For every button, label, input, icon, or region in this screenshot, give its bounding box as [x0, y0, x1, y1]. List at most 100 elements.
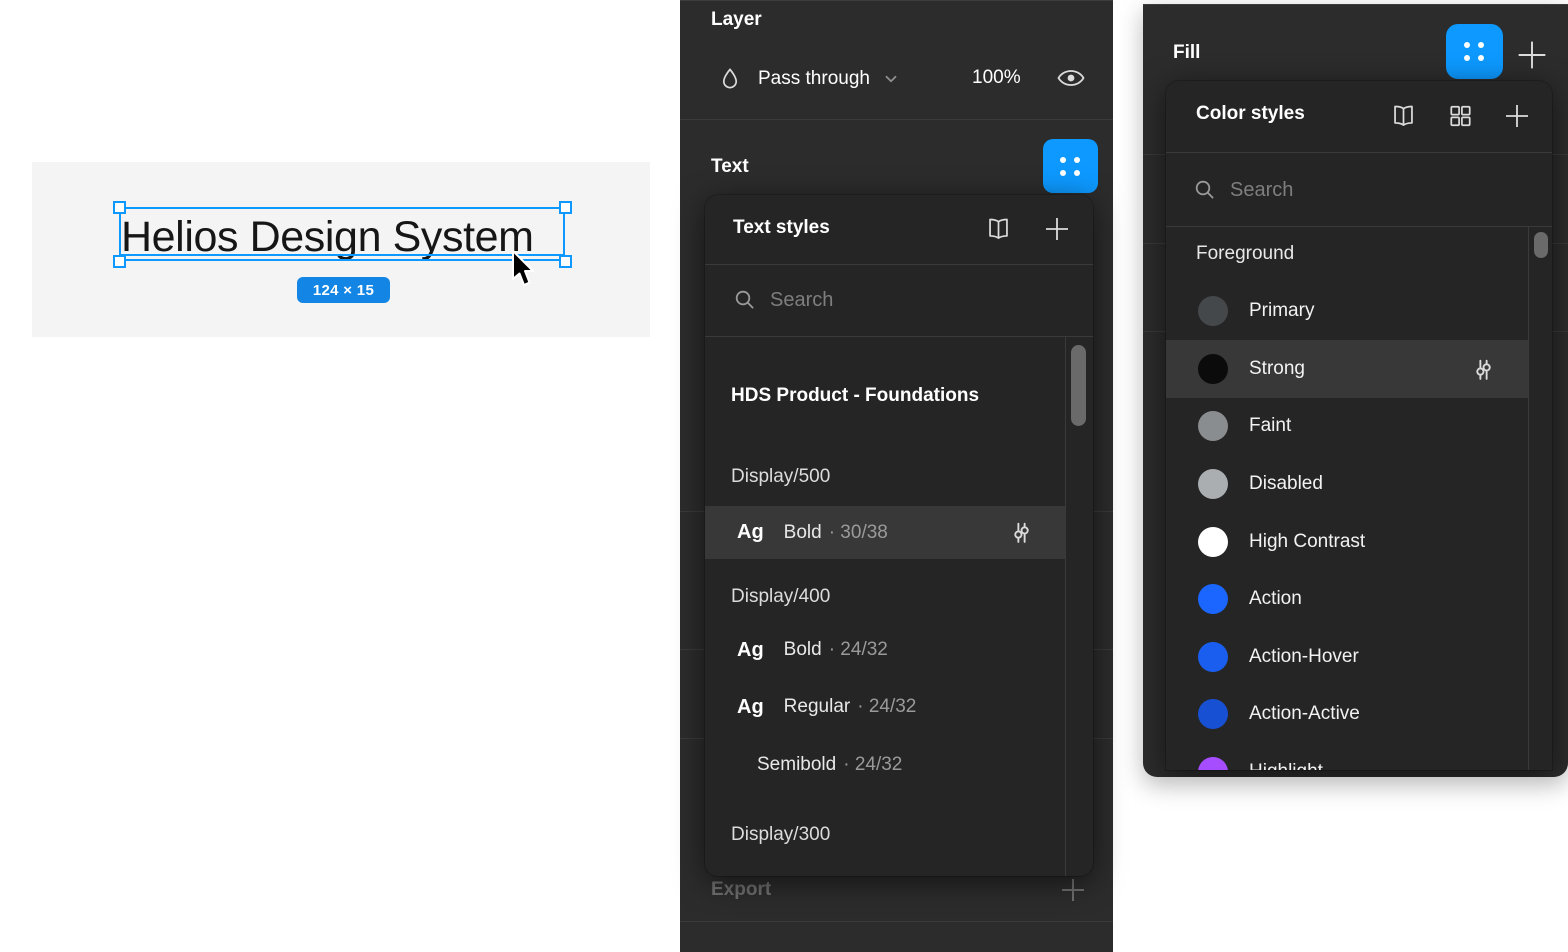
color-style-name: Action-Active	[1249, 703, 1360, 725]
selection-box	[119, 207, 565, 261]
popover-divider	[1166, 226, 1552, 227]
popover-divider	[705, 264, 1093, 265]
search-input[interactable]	[770, 289, 1010, 312]
color-style-row-selected[interactable]: Strong	[1166, 340, 1528, 398]
figma-screenshot: Helios Design System 124 × 15 Layer Pass…	[0, 0, 1568, 952]
library-name: HDS Product - Foundations	[731, 383, 979, 409]
style-name: Bold	[784, 639, 822, 661]
search-icon	[1193, 178, 1217, 202]
color-style-name: High Contrast	[1249, 531, 1365, 553]
color-style-row[interactable]: Faint	[1166, 397, 1528, 455]
grid-view-icon[interactable]	[1447, 103, 1474, 129]
text-style-row[interactable]: Semibold · 24/32	[705, 742, 1065, 788]
color-style-row[interactable]: Action	[1166, 570, 1528, 628]
scrollbar-track	[1528, 226, 1529, 770]
color-style-name: Highlight	[1249, 761, 1323, 770]
layer-section-title: Layer	[711, 9, 762, 31]
add-fill-icon[interactable]	[1515, 38, 1549, 72]
color-style-row[interactable]: Disabled	[1166, 455, 1528, 513]
popover-divider	[1166, 152, 1552, 153]
adjust-sliders-icon[interactable]	[1009, 520, 1034, 545]
style-size: · 24/32	[857, 696, 916, 718]
selection-text-bounds	[121, 254, 563, 256]
visibility-eye-icon[interactable]	[1056, 66, 1086, 90]
color-swatch	[1198, 757, 1228, 770]
color-style-row[interactable]: Highlight	[1166, 743, 1528, 770]
color-styles-popover: Color styles	[1166, 81, 1552, 770]
search-icon	[733, 288, 757, 312]
text-styles-title: Text styles	[733, 217, 830, 239]
text-section-title: Text	[711, 156, 749, 178]
library-book-icon[interactable]	[985, 216, 1012, 242]
color-style-name: Faint	[1249, 415, 1291, 437]
color-styles-toggle-button[interactable]	[1446, 24, 1503, 79]
styles-dots-icon	[1464, 42, 1485, 61]
color-group-label: Foreground	[1196, 241, 1294, 267]
scrollbar-thumb[interactable]	[1534, 232, 1548, 258]
fill-section-title: Fill	[1173, 42, 1200, 64]
text-style-row[interactable]: Ag Regular · 24/32	[705, 684, 1065, 730]
fill-panel: Fill Color styles	[1143, 4, 1568, 777]
color-style-row[interactable]: Action-Active	[1166, 685, 1528, 743]
style-sample: Ag	[737, 521, 764, 544]
style-name: Bold	[784, 522, 822, 544]
popover-divider	[705, 336, 1093, 337]
color-style-row[interactable]: Action-Hover	[1166, 628, 1528, 686]
selection-handle-bottom-left[interactable]	[113, 255, 126, 268]
export-add-icon[interactable]	[1058, 875, 1088, 905]
text-styles-toggle-button[interactable]	[1043, 139, 1098, 193]
adjust-sliders-icon[interactable]	[1471, 357, 1496, 382]
style-sample: Ag	[737, 696, 764, 719]
chevron-down-icon	[882, 70, 900, 88]
color-styles-search[interactable]	[1193, 168, 1470, 212]
style-size: · 24/32	[829, 639, 888, 661]
selection-handle-top-right[interactable]	[559, 201, 572, 214]
section-divider	[680, 119, 1113, 120]
add-style-icon[interactable]	[1503, 102, 1531, 130]
color-swatch	[1198, 469, 1228, 499]
color-swatch	[1198, 584, 1228, 614]
color-style-name: Primary	[1249, 300, 1314, 322]
color-style-row[interactable]: Primary	[1166, 282, 1528, 340]
scrollbar-track	[1065, 336, 1066, 876]
style-name: Semibold	[757, 754, 836, 776]
color-style-name: Strong	[1249, 358, 1305, 380]
blend-mode-value[interactable]: Pass through	[758, 68, 870, 90]
add-style-icon[interactable]	[1043, 215, 1071, 243]
layer-opacity-value[interactable]: 100%	[972, 67, 1021, 89]
text-style-row[interactable]: Ag Bold · 30/38	[705, 506, 1065, 559]
scrollbar-thumb[interactable]	[1071, 345, 1086, 426]
color-swatch	[1198, 527, 1228, 557]
blend-mode-row[interactable]: Pass through	[718, 65, 900, 93]
color-swatch	[1198, 699, 1228, 729]
color-swatch	[1198, 354, 1228, 384]
text-style-row[interactable]: Ag Bold · 24/32	[705, 627, 1065, 673]
style-size: · 30/38	[829, 522, 888, 544]
color-style-name: Action-Hover	[1249, 646, 1359, 668]
mouse-cursor	[511, 250, 537, 288]
export-section-title: Export	[711, 879, 771, 901]
style-group-label: Display/400	[731, 584, 830, 610]
library-book-icon[interactable]	[1390, 103, 1417, 129]
style-sample: Ag	[737, 639, 764, 662]
color-styles-title: Color styles	[1196, 103, 1305, 125]
style-group-label: Display/300	[731, 822, 830, 848]
color-style-name: Action	[1249, 588, 1302, 610]
color-style-name: Disabled	[1249, 473, 1323, 495]
blend-mode-icon	[718, 66, 742, 92]
search-input[interactable]	[1230, 179, 1470, 202]
section-divider	[680, 921, 1113, 922]
color-swatch	[1198, 642, 1228, 672]
style-size: · 24/32	[843, 754, 902, 776]
text-styles-popover: Text styles HDS Product - Foundations Di…	[705, 195, 1093, 876]
styles-dots-icon	[1060, 157, 1081, 176]
text-styles-search[interactable]	[733, 278, 1010, 322]
color-style-row[interactable]: High Contrast	[1166, 513, 1528, 571]
style-group-label: Display/500	[731, 464, 830, 490]
style-name: Regular	[784, 696, 851, 718]
color-swatch	[1198, 296, 1228, 326]
selection-handle-top-left[interactable]	[113, 201, 126, 214]
selection-handle-bottom-right[interactable]	[559, 255, 572, 268]
size-badge: 124 × 15	[297, 277, 390, 303]
color-swatch	[1198, 411, 1228, 441]
